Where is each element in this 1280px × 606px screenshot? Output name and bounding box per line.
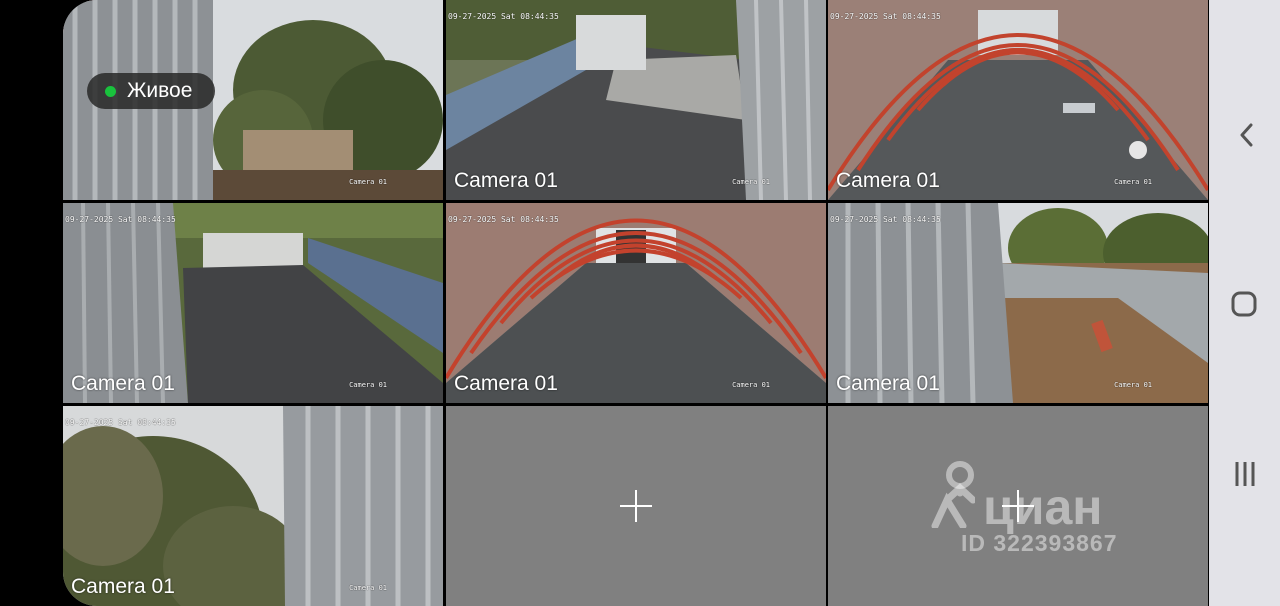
camera-osd-label: Camera 01 <box>349 178 387 186</box>
camera-osd-label: Camera 01 <box>732 178 770 186</box>
camera-tile-2[interactable]: 09-27-2025 Sat 08:44:35 Camera 01 Camera… <box>446 0 826 200</box>
live-status-dot <box>105 85 116 97</box>
camera-tile-3[interactable]: 09-27-2025 Sat 08:44:35 Camera 01 Camera… <box>828 0 1208 200</box>
camera-name-label: Camera 01 <box>836 372 940 395</box>
plus-icon[interactable] <box>620 490 652 522</box>
camera-name-label: Camera 01 <box>836 169 940 192</box>
camera-name-label: Camera 01 <box>454 372 558 395</box>
camera-timestamp: 09-27-2025 Sat 08:44:35 <box>65 215 176 224</box>
camera-tile-7[interactable]: 09-27-2025 Sat 08:44:35 Camera 01 Camera… <box>63 406 443 606</box>
camera-timestamp: 09-27-2025 Sat 08:44:35 <box>830 215 941 224</box>
camera-name-label: Camera 01 <box>71 372 175 395</box>
home-icon <box>1231 291 1257 317</box>
add-camera-slot-1[interactable] <box>446 406 826 606</box>
camera-osd-label: Camera 01 <box>1114 381 1152 389</box>
camera-osd-label: Camera 01 <box>349 381 387 389</box>
camera-name-label: Camera 01 <box>454 169 558 192</box>
live-badge-label: Живое <box>127 79 193 102</box>
camera-osd-label: Camera 01 <box>1114 178 1152 186</box>
camera-tile-4[interactable]: 09-27-2025 Sat 08:44:35 Camera 01 Camera… <box>63 203 443 403</box>
camera-timestamp: 09-27-2025 Sat 08:44:35 <box>65 418 176 427</box>
camera-timestamp: 09-27-2025 Sat 08:44:35 <box>448 215 559 224</box>
back-icon <box>1240 123 1253 147</box>
camera-tile-1[interactable]: Camera 01 Живое <box>63 0 443 200</box>
camera-osd-label: Camera 01 <box>732 381 770 389</box>
back-button[interactable] <box>1209 105 1280 165</box>
watermark-brand: циан <box>983 479 1103 535</box>
recents-button[interactable] <box>1209 444 1280 504</box>
location-pin-icon <box>931 461 975 528</box>
recents-icon <box>1235 462 1255 486</box>
camera-timestamp: 09-27-2025 Sat 08:44:35 <box>448 12 559 21</box>
home-button[interactable] <box>1209 274 1280 334</box>
watermark-id: ID 322393867 <box>961 530 1118 556</box>
live-badge[interactable]: Живое <box>87 73 215 109</box>
camera-tile-6[interactable]: 09-27-2025 Sat 08:44:35 Camera 01 Camera… <box>828 203 1208 403</box>
camera-osd-label: Camera 01 <box>349 584 387 592</box>
camera-timestamp: 09-27-2025 Sat 08:44:35 <box>830 12 941 21</box>
navigation-bar <box>1209 0 1280 606</box>
camera-tile-5[interactable]: 09-27-2025 Sat 08:44:35 Camera 01 Camera… <box>446 203 826 403</box>
camera-name-label: Camera 01 <box>71 575 175 598</box>
